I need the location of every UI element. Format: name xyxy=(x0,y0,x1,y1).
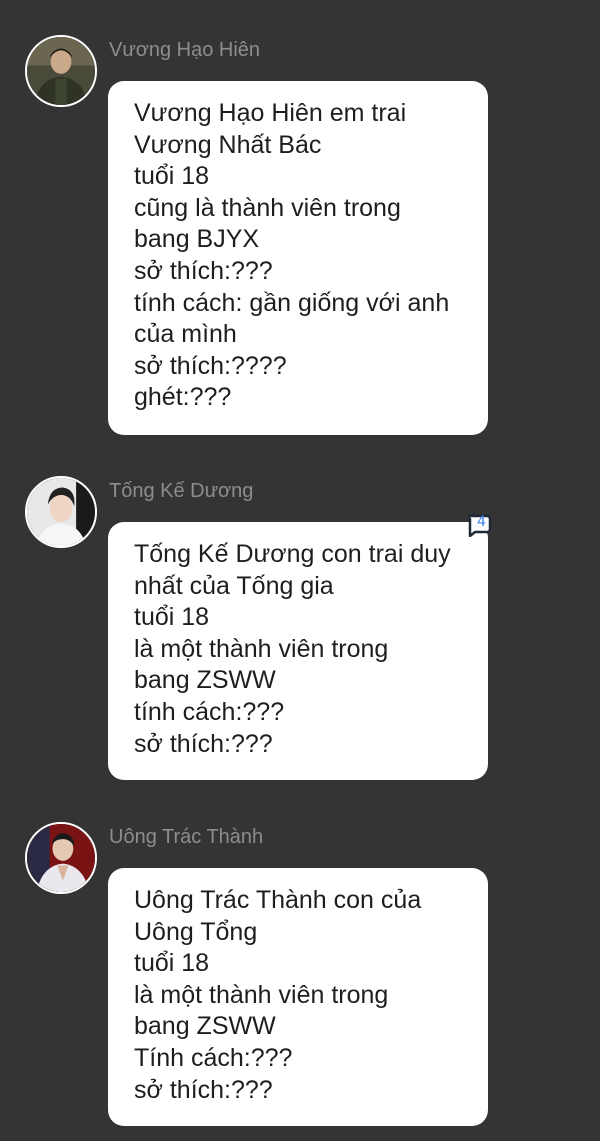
message-line: sở thích:??? xyxy=(134,1075,273,1104)
avatar-photo-1 xyxy=(27,37,95,105)
sender-name: Tống Kế Dương xyxy=(109,480,254,502)
message-line: Uông Tổng xyxy=(134,917,258,946)
message-line: Uông Trác Thành con của xyxy=(134,886,422,914)
message-line: tuổi 18 xyxy=(134,603,210,632)
message-line: của mình xyxy=(134,320,237,349)
avatar-photo-2 xyxy=(27,478,95,546)
avatar[interactable] xyxy=(25,35,97,107)
message-line: Vương Hạo Hiên em trai xyxy=(134,99,407,127)
message-line: tuổi 18 xyxy=(134,162,210,191)
message-bubble[interactable]: Tống Kế Dương con trai duy nhất của Tống… xyxy=(108,522,488,780)
message-bubble[interactable]: Uông Trác Thành con của Uông Tổng tuổi 1… xyxy=(108,868,488,1126)
message-line: sở thích:???? xyxy=(134,351,287,380)
message-line: sở thích:??? xyxy=(134,256,273,285)
message-line: ghét:??? xyxy=(134,383,232,412)
message-line: là một thành viên trong xyxy=(134,980,389,1009)
message-line: cũng là thành viên trong xyxy=(134,193,401,222)
message-line: Vương Nhất Bác xyxy=(134,130,322,159)
message-bubble[interactable]: Vương Hạo Hiên em trai Vương Nhất Bác tu… xyxy=(108,81,488,435)
message-line: nhất của Tống gia xyxy=(134,571,334,600)
avatar[interactable] xyxy=(25,476,97,548)
message-line: bang ZSWW xyxy=(134,666,276,695)
comment-count-badge[interactable]: 4 xyxy=(467,513,495,537)
avatar[interactable] xyxy=(25,822,97,894)
sender-name: Vương Hạo Hiên xyxy=(109,39,261,61)
avatar-photo-3 xyxy=(27,824,95,892)
message-line: Tính cách:??? xyxy=(134,1043,293,1072)
message-line: bang ZSWW xyxy=(134,1012,276,1041)
message-line: tuổi 18 xyxy=(134,949,210,978)
message-line: tính cách: gần giống với anh xyxy=(134,288,450,317)
message-line: sở thích:??? xyxy=(134,729,273,758)
message-line: là một thành viên trong xyxy=(134,634,389,663)
message-line: tính cách:??? xyxy=(134,697,285,726)
comment-count: 4 xyxy=(477,514,486,530)
message-line: Tống Kế Dương con trai duy xyxy=(134,540,451,568)
sender-name: Uông Trác Thành xyxy=(109,826,264,848)
message-line: bang BJYX xyxy=(134,225,260,254)
